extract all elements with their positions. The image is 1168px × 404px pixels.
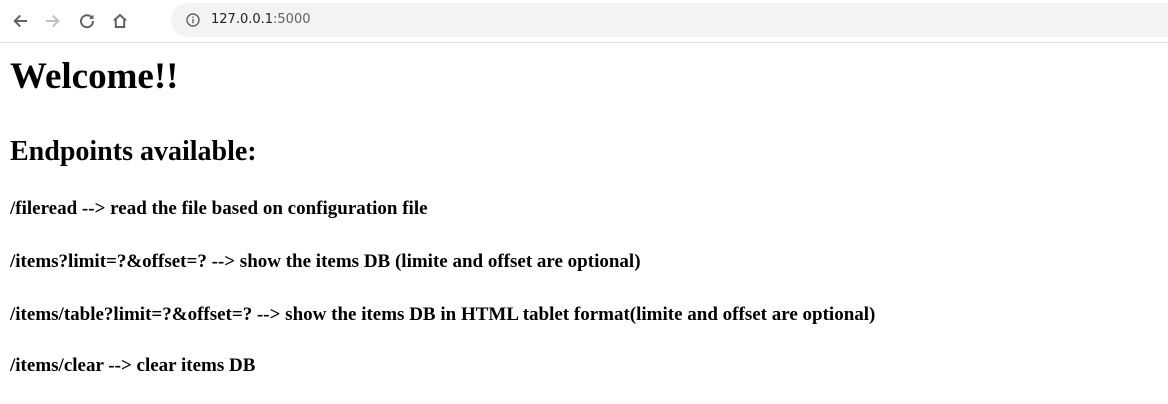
browser-toolbar: 127.0.0.1:5000	[0, 0, 1168, 43]
arrow-left-icon	[13, 14, 27, 28]
page-subtitle: Endpoints available:	[10, 136, 257, 167]
home-button[interactable]	[108, 9, 132, 33]
reload-button[interactable]	[75, 9, 99, 33]
endpoint-items-clear: /items/clear --> clear items DB	[10, 355, 256, 376]
home-icon	[113, 13, 127, 28]
back-button[interactable]	[8, 9, 32, 33]
endpoint-fileread: /fileread --> read the file based on con…	[10, 198, 428, 219]
endpoint-items-table: /items/table?limit=?&offset=? --> show t…	[10, 304, 876, 325]
url-text: 127.0.0.1:5000	[211, 11, 311, 29]
page-title: Welcome!!	[10, 56, 179, 97]
info-icon[interactable]	[186, 13, 200, 27]
forward-button[interactable]	[41, 9, 65, 33]
url-host: 127.0.0.1	[211, 12, 274, 27]
url-port: :5000	[273, 12, 311, 27]
arrow-right-icon	[46, 14, 60, 28]
address-bar[interactable]: 127.0.0.1:5000	[171, 3, 1168, 37]
endpoint-items: /items?limit=?&offset=? --> show the ite…	[10, 251, 641, 272]
reload-icon	[80, 14, 95, 29]
